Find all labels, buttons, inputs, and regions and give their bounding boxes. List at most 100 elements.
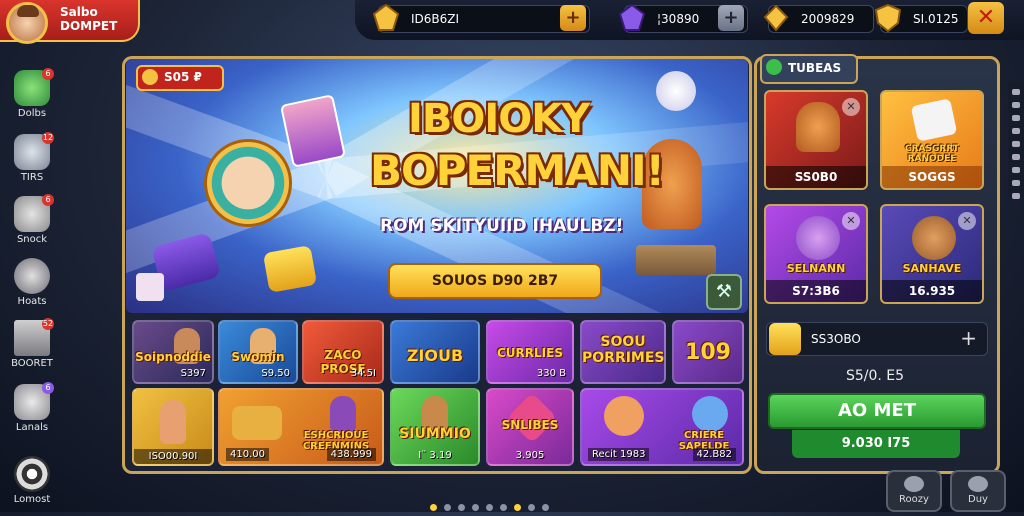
page-dot[interactable] bbox=[430, 504, 437, 511]
offer-name: CRASGRRT RANODEE bbox=[905, 144, 959, 164]
close-icon[interactable]: ✕ bbox=[842, 98, 860, 116]
add-gold-button[interactable]: + bbox=[560, 5, 586, 31]
currency-shield-value: SI.0125 bbox=[913, 12, 959, 26]
daily-label: Duy bbox=[968, 494, 988, 505]
tile-name: ZIOUB bbox=[406, 346, 464, 365]
offer-card[interactable]: CRASGRRT RANODEE SOGGS bbox=[880, 90, 984, 190]
offer-price: SS0B0 bbox=[766, 166, 866, 188]
page-dot[interactable] bbox=[444, 504, 451, 511]
page-dot[interactable] bbox=[528, 504, 535, 511]
purple-gem-icon bbox=[618, 3, 646, 31]
page-dot[interactable] bbox=[486, 504, 493, 511]
page-dot[interactable] bbox=[458, 504, 465, 511]
nav-item-booret[interactable]: 52 BOORET bbox=[8, 318, 56, 380]
tile-price: 330 B bbox=[536, 368, 566, 379]
subtotal-text: S5/0. E5 bbox=[845, 368, 905, 384]
add-purple-button[interactable]: + bbox=[718, 5, 744, 31]
hero-portrait bbox=[204, 139, 292, 227]
game-tile[interactable]: ZIOUB bbox=[390, 320, 480, 384]
scrollbar[interactable] bbox=[1008, 82, 1024, 199]
tile-name: Soipnoddie bbox=[135, 350, 211, 364]
page-dot[interactable] bbox=[514, 504, 521, 511]
game-tile[interactable]: SNLIBES 3.905 bbox=[486, 388, 574, 466]
nav-item-lomost[interactable]: Lomost bbox=[8, 456, 56, 516]
nav-item-dolbs[interactable]: 6 Dolbs bbox=[8, 68, 56, 130]
offer-price: SOGGS bbox=[882, 166, 982, 188]
tile-name: SOOU PORRIMES bbox=[582, 334, 665, 366]
nav-badge: 6 bbox=[42, 68, 54, 80]
creature-art bbox=[796, 216, 840, 260]
beaver-art bbox=[912, 216, 956, 260]
banner-price-text: S05 ₽ bbox=[164, 70, 202, 84]
offer-card[interactable]: ✕ SELNANN S7:3B6 bbox=[764, 204, 868, 304]
banner-subtitle: ROM SKITYUIID IHAULBZ! bbox=[380, 216, 624, 236]
target-icon bbox=[14, 456, 50, 492]
tile-name: SIUMMIO bbox=[399, 426, 471, 442]
tile-name: Swomin bbox=[231, 350, 285, 364]
balance-value: SS3OBO bbox=[811, 332, 861, 346]
nav-item-snock[interactable]: 6 Snock bbox=[8, 194, 56, 256]
gift-icon bbox=[968, 476, 988, 492]
buy-button-price[interactable]: 9.030 I75 bbox=[792, 430, 960, 458]
wrench-icon[interactable]: ⚒ bbox=[706, 274, 742, 310]
balance-field: SS3OBO + bbox=[766, 322, 988, 356]
profile-name: Salbo DOMPET bbox=[60, 5, 117, 33]
settings-button[interactable]: Roozy bbox=[886, 470, 942, 512]
game-tile[interactable]: ISO00.90I bbox=[132, 388, 214, 466]
offers-tab[interactable]: TUBEAS bbox=[760, 54, 858, 84]
offers-tab-label: TUBEAS bbox=[788, 61, 842, 75]
currency-gold-value: ID6B6ZI bbox=[411, 12, 460, 26]
add-balance-button[interactable]: + bbox=[960, 326, 977, 350]
shell-icon bbox=[14, 258, 50, 294]
daily-button[interactable]: Duy bbox=[950, 470, 1006, 512]
offer-card[interactable]: ✕ SANHAVE 16.935 bbox=[880, 204, 984, 304]
page-dot[interactable] bbox=[542, 504, 549, 511]
page-dot[interactable] bbox=[472, 504, 479, 511]
nav-badge: 52 bbox=[42, 318, 54, 330]
tile-name: CURRLIES bbox=[497, 346, 563, 360]
nav-badge: 6 bbox=[42, 194, 54, 206]
tile-price: 34.5I bbox=[350, 368, 376, 379]
tile-name: 109 bbox=[685, 340, 731, 365]
banner-price-tag: S05 ₽ bbox=[136, 65, 224, 91]
offer-name: SANHAVE bbox=[902, 262, 962, 275]
tile-price-secondary: 42.B82 bbox=[692, 448, 736, 461]
game-tile[interactable]: ZACO PROSE 34.5I bbox=[302, 320, 384, 384]
nav-label: Hoats bbox=[17, 296, 47, 307]
offer-card[interactable]: ✕ SS0B0 bbox=[764, 90, 868, 190]
nav-label: Lomost bbox=[13, 494, 51, 505]
page-dot[interactable] bbox=[500, 504, 507, 511]
nav-label: Dolbs bbox=[17, 108, 47, 119]
nav-badge: 6 bbox=[42, 382, 54, 394]
game-tile[interactable]: CURRLIES 330 B bbox=[486, 320, 574, 384]
close-icon[interactable]: ✕ bbox=[842, 212, 860, 230]
nav-item-tirs[interactable]: 12 TIRS bbox=[8, 132, 56, 194]
currency-gold: ID6B6ZI bbox=[372, 3, 590, 33]
nav-label: Snock bbox=[16, 234, 48, 245]
game-tile[interactable]: SIUMMIO I¨ 3.19 bbox=[390, 388, 480, 466]
game-tile[interactable]: ESHCRIOUE CREFNMINS 410.00 438.999 bbox=[218, 388, 384, 466]
banner-buy-button[interactable]: SOUOS D90 2B7 bbox=[388, 263, 602, 299]
buy-button[interactable]: AO MET bbox=[768, 393, 986, 429]
game-tile[interactable]: Soipnoddie S397 bbox=[132, 320, 214, 384]
page-indicator[interactable] bbox=[430, 496, 556, 515]
settings-label: Roozy bbox=[899, 494, 929, 505]
close-icon[interactable]: ✕ bbox=[958, 212, 976, 230]
close-button[interactable]: ✕ bbox=[968, 2, 1004, 34]
gold-gem-icon bbox=[372, 3, 400, 31]
tile-price: S9.50 bbox=[261, 368, 290, 379]
tile-price: 410.00 bbox=[226, 448, 269, 461]
nav-badge: 12 bbox=[42, 132, 54, 144]
nav-item-hoats[interactable]: Hoats bbox=[8, 258, 56, 318]
gold-crystal-icon bbox=[763, 4, 789, 32]
game-tile[interactable]: Swomin S9.50 bbox=[218, 320, 298, 384]
currency-purple-value: ¦30890 bbox=[657, 12, 700, 26]
game-tile[interactable]: CRIERE SAPELDE Recit 1983 42.B82 bbox=[580, 388, 744, 466]
game-tile[interactable]: SOOU PORRIMES bbox=[580, 320, 666, 384]
profile-name-line1: Salbo bbox=[60, 5, 98, 19]
gear-icon bbox=[904, 476, 924, 492]
gold-art bbox=[262, 245, 318, 293]
nav-item-lanals[interactable]: 6 Lanals bbox=[8, 382, 56, 444]
avatar[interactable] bbox=[6, 2, 48, 44]
game-tile[interactable]: 109 bbox=[672, 320, 744, 384]
